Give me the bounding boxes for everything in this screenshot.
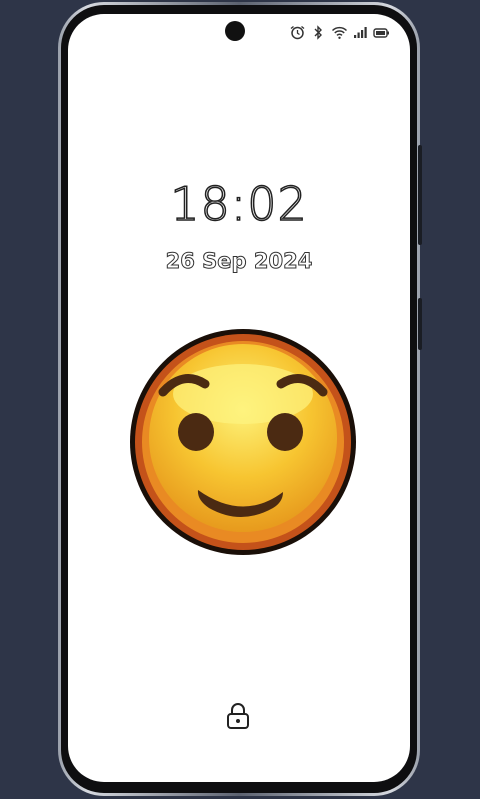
lock-screen: 18:02 26 Sep 2024 [68,14,410,782]
wifi-icon [331,25,348,40]
bluetooth-icon [310,25,327,40]
status-bar-icons [289,25,390,40]
lockscreen-date: 26 Sep 2024 [165,249,313,274]
power-button [418,298,422,350]
volume-button [418,145,422,245]
signal-icon [352,25,369,40]
lock-icon[interactable] [225,702,251,730]
front-camera [225,21,245,41]
smiling-face-emoji-icon [123,322,363,562]
battery-icon [373,25,390,40]
alarm-icon [289,25,306,40]
lockscreen-clock: 18:02 [169,176,308,232]
